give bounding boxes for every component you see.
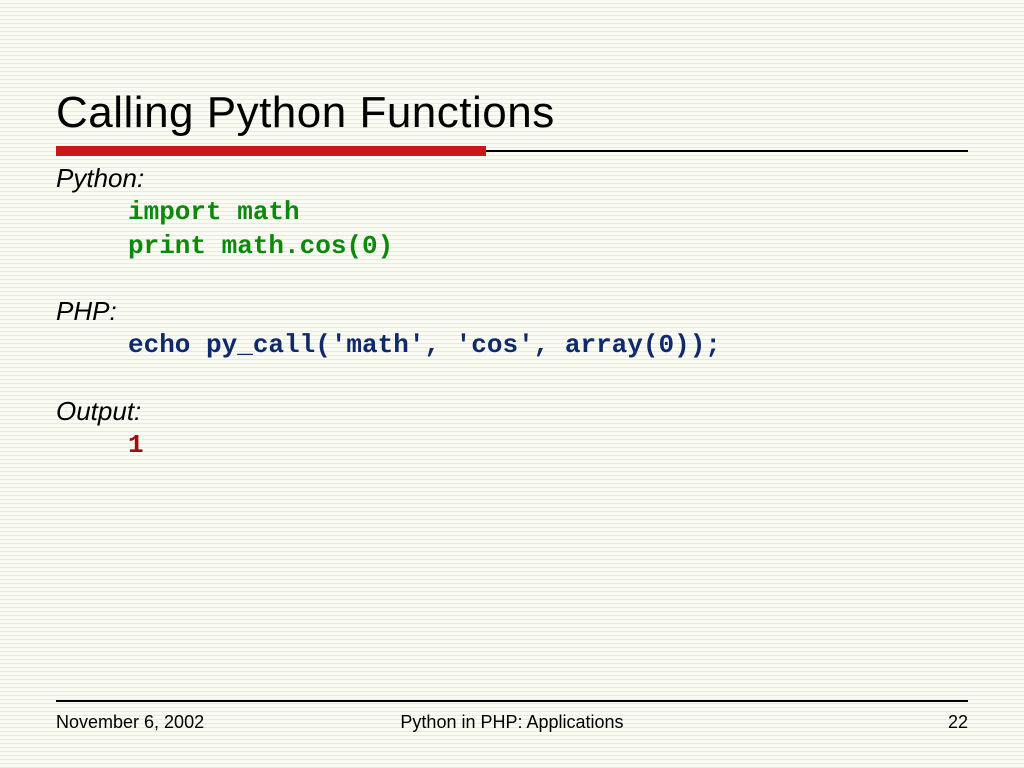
slide-body: Python: import math print math.cos(0) PH… [56,162,968,463]
output-label: Output: [56,395,968,429]
slide-footer: November 6, 2002 Python in PHP: Applicat… [56,712,968,733]
footer-page: 22 [948,712,968,733]
python-label: Python: [56,162,968,196]
rule-thin [486,150,968,152]
slide-title: Calling Python Functions [56,88,968,138]
python-code-line-2: print math.cos(0) [128,230,968,264]
footer-rule [56,700,968,702]
php-code-line: echo py_call('math', 'cos', array(0)); [128,329,968,363]
php-label: PHP: [56,295,968,329]
footer-date: November 6, 2002 [56,712,204,733]
title-rule [56,146,968,156]
rule-accent [56,146,486,156]
python-code-line-1: import math [128,196,968,230]
output-value: 1 [128,429,968,463]
slide-content: Calling Python Functions Python: import … [56,88,968,463]
